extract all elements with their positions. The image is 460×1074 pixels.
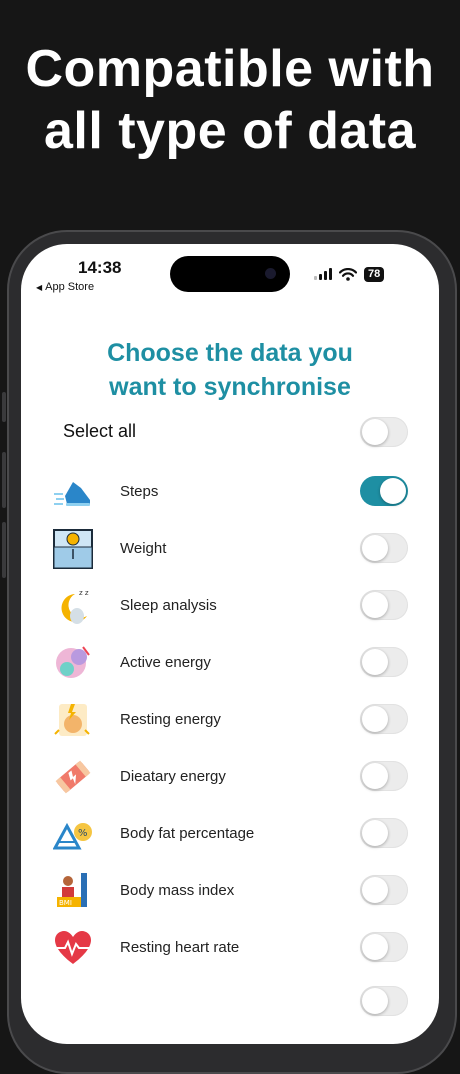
body-fat-icon: %	[53, 822, 92, 850]
heart-rate-icon	[55, 931, 91, 964]
active-energy-toggle[interactable]	[360, 647, 408, 677]
toggle-knob	[362, 419, 388, 445]
back-to-app-store[interactable]: ◀ App Store	[36, 281, 94, 293]
phone-side-button	[2, 522, 6, 578]
running-shoe-icon	[54, 482, 90, 506]
camera-icon	[265, 268, 276, 279]
active-energy-icon	[56, 646, 90, 678]
data-item-label: Resting energy	[120, 711, 221, 728]
next-item-toggle[interactable]	[360, 986, 408, 1016]
phone-side-button	[2, 392, 6, 422]
scale-icon	[53, 529, 93, 569]
dynamic-island	[170, 256, 290, 292]
phone-side-button	[2, 452, 6, 508]
status-icons: 78	[314, 266, 385, 282]
resting-energy-toggle[interactable]	[360, 704, 408, 734]
sleep-analysis-toggle[interactable]	[360, 590, 408, 620]
svg-text:BMI: BMI	[59, 899, 72, 907]
status-time: 14:38	[78, 258, 122, 277]
back-triangle-icon: ◀	[36, 283, 43, 292]
dietary-energy-toggle[interactable]	[360, 761, 408, 791]
body-fat-percentage-toggle[interactable]	[360, 818, 408, 848]
headline: Compatible with all type of data	[0, 38, 460, 162]
svg-text:z z: z z	[79, 589, 89, 597]
toggle-knob	[362, 877, 388, 903]
select-all-label: Select all	[63, 421, 137, 441]
data-item-label: Dieatary energy	[120, 768, 226, 785]
steps-toggle[interactable]	[360, 476, 408, 506]
back-label: App Store	[45, 281, 95, 293]
wifi-icon	[339, 267, 357, 281]
toggle-knob	[362, 988, 388, 1014]
signal-icon	[314, 268, 332, 280]
data-item-label: Resting heart rate	[120, 939, 240, 956]
svg-text:%: %	[78, 828, 88, 839]
energy-bar-icon	[55, 760, 91, 794]
bmi-icon: BMI	[57, 873, 87, 907]
page-title: Choose the data you want to synchronise	[30, 336, 430, 404]
toggle-knob	[362, 535, 388, 561]
toggle-knob	[362, 820, 388, 846]
headline-line-2: all type of data	[43, 102, 417, 160]
resting-energy-icon	[54, 704, 90, 736]
data-item-label: Sleep analysis	[120, 597, 217, 614]
page-title-line-2: want to synchronise	[109, 373, 351, 401]
headline-line-1: Compatible with	[25, 40, 435, 98]
select-all-toggle[interactable]	[360, 417, 408, 447]
toggle-knob	[362, 763, 388, 789]
toggle-knob	[362, 706, 388, 732]
moon-sleep-icon: z z	[61, 589, 89, 624]
weight-toggle[interactable]	[360, 533, 408, 563]
resting-heart-rate-toggle[interactable]	[360, 932, 408, 962]
battery-icon: 78	[364, 266, 385, 282]
toggle-knob	[362, 649, 388, 675]
body-mass-index-toggle[interactable]	[360, 875, 408, 905]
data-item-label: Steps	[120, 483, 159, 500]
data-item-label: Body fat percentage	[120, 825, 255, 842]
page-title-line-1: Choose the data you	[107, 339, 353, 367]
toggle-knob	[380, 478, 406, 504]
toggle-knob	[362, 592, 388, 618]
toggle-knob	[362, 934, 388, 960]
data-item-label: Active energy	[120, 654, 211, 671]
data-item-label: Weight	[120, 540, 167, 557]
data-item-label: Body mass index	[120, 882, 235, 899]
